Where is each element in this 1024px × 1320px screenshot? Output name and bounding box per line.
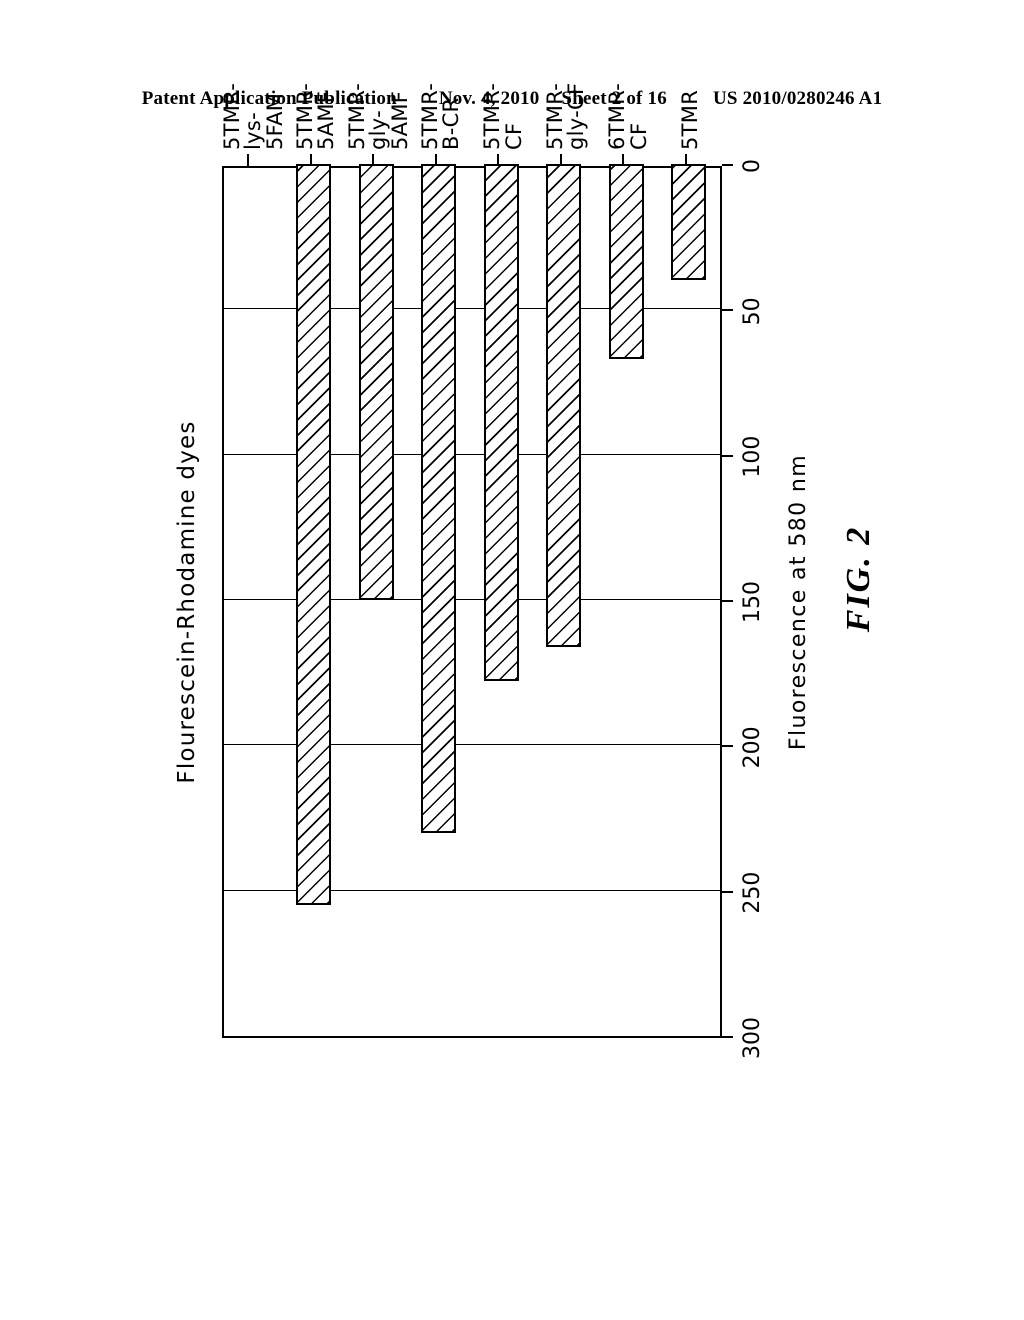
bar <box>546 164 582 647</box>
value-tick <box>722 600 733 602</box>
category-label: 6TMR- CF <box>605 82 651 150</box>
category-tick <box>497 154 500 166</box>
category-tick <box>372 154 375 166</box>
category-label: 5TMR- lys- 5FAM <box>219 82 287 150</box>
bar <box>671 164 707 281</box>
category-tick <box>559 154 562 166</box>
category-tick <box>622 154 625 166</box>
value-tick <box>722 890 733 893</box>
bars-layer <box>224 164 720 1036</box>
category-label: 5TMR- 5AMF <box>292 82 339 150</box>
bar <box>608 164 644 359</box>
value-tick <box>722 164 733 166</box>
value-tick <box>722 1036 733 1038</box>
category-label: 5TMR- CF <box>480 82 526 150</box>
bar <box>483 164 519 682</box>
bar <box>421 164 457 833</box>
category-label: 5TMR- B-CR <box>417 82 464 150</box>
value-tick <box>722 309 733 312</box>
chart-title: Flourescein-Rhodamine dyes <box>174 420 200 784</box>
value-tick <box>722 454 733 457</box>
figure-caption: FIG. 2 <box>840 525 878 633</box>
category-label: 5TMR <box>678 89 703 150</box>
bar <box>296 164 332 906</box>
chart-canvas: Flourescein-Rhodamine dyes 300 250 200 150 1… <box>174 83 814 1059</box>
value-tick-label: 0 <box>740 159 765 173</box>
category-tick <box>434 154 437 166</box>
category-label: 5TMR- gly-CF <box>542 82 589 150</box>
value-axis-title: Fluorescence at 580 nm <box>786 453 811 751</box>
value-tick-label: 300 <box>740 1017 765 1059</box>
bar <box>358 164 394 600</box>
plot-area <box>222 164 722 1038</box>
category-tick <box>309 154 312 166</box>
value-tick-label: 250 <box>740 871 765 914</box>
value-tick-label: 100 <box>740 435 765 478</box>
bar-chart: Flourescein-Rhodamine dyes 300 250 200 150 1… <box>174 83 814 1059</box>
value-tick <box>722 745 733 748</box>
figure-2: Flourescein-Rhodamine dyes 300 250 200 150 1… <box>0 0 1024 1320</box>
value-tick-label: 150 <box>740 581 765 623</box>
value-tick-label: 50 <box>740 297 765 326</box>
category-label: 5TMR- gly- 5AMF <box>344 82 412 150</box>
value-tick-label: 200 <box>740 726 765 769</box>
category-tick <box>247 154 250 166</box>
category-tick <box>684 154 687 166</box>
